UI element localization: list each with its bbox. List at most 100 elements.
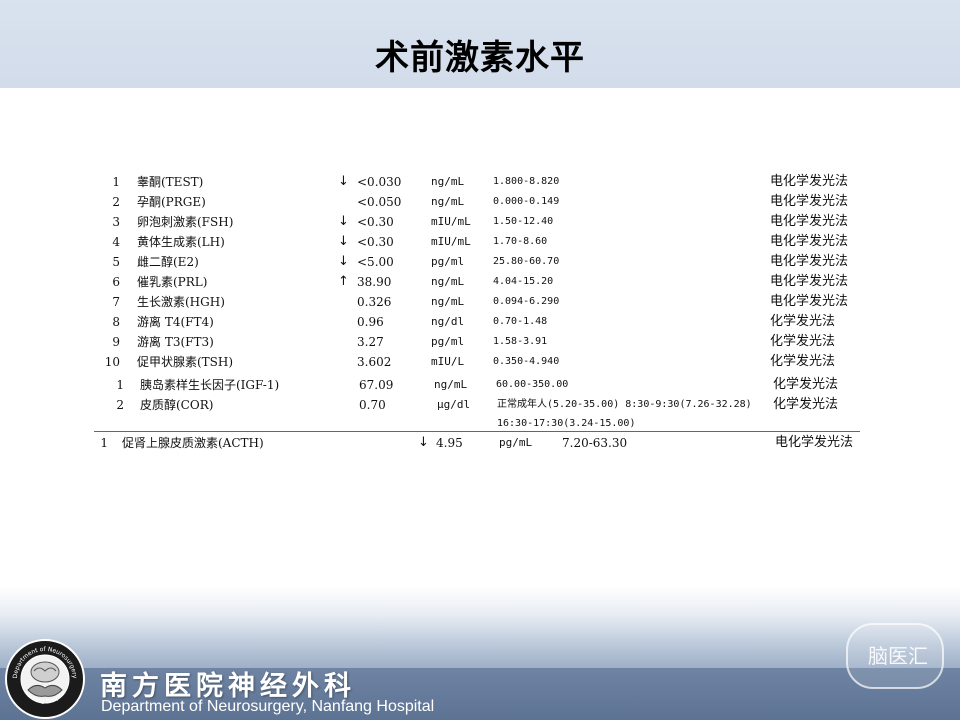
test-method: 电化学发光法 — [770, 294, 849, 309]
row-number: 2 — [116, 398, 124, 412]
row-number: 5 — [112, 255, 120, 269]
test-value: 4.95 — [436, 436, 463, 450]
test-method: 电化学发光法 — [770, 234, 849, 249]
divider — [94, 431, 860, 432]
test-value: 67.09 — [359, 378, 394, 392]
test-unit: ng/mL — [434, 378, 468, 391]
row-number: 6 — [112, 275, 120, 289]
test-name: 黄体生成素(LH) — [137, 235, 225, 249]
table-row: 4 黄体生成素(LH) ↓ <0.30 mIU/mL 1.70-8.60 电化学… — [0, 232, 960, 252]
table-row: 2 皮质醇(COR) 0.70 μg/dl 正常成年人(5.20-35.00) … — [0, 395, 960, 415]
row-number: 2 — [112, 195, 120, 209]
arrow-down-icon: ↓ — [338, 174, 349, 189]
watermark-text: 脑医汇 — [868, 644, 928, 668]
test-unit: pg/ml — [431, 335, 465, 348]
row-number: 8 — [112, 315, 120, 329]
test-method: 化学发光法 — [773, 397, 839, 412]
row-number: 1 — [100, 436, 108, 450]
test-value: 3.27 — [357, 335, 384, 349]
test-method: 电化学发光法 — [775, 435, 854, 450]
table-row: 1 睾酮(TEST) ↓ <0.030 ng/mL 1.800-8.820 电化… — [0, 172, 960, 192]
reference-range: 1.50-12.40 — [493, 216, 554, 227]
test-method: 电化学发光法 — [770, 254, 849, 269]
row-number: 9 — [112, 335, 120, 349]
test-value: 0.96 — [357, 315, 384, 329]
test-value: 38.90 — [357, 275, 392, 289]
row-number: 3 — [112, 215, 120, 229]
reference-range: 4.04-15.20 — [493, 276, 554, 287]
test-unit: pg/mL — [499, 436, 533, 449]
reference-range: 1.58-3.91 — [493, 336, 548, 347]
test-name: 催乳素(PRL) — [137, 275, 208, 289]
test-unit: mIU/L — [431, 355, 465, 368]
test-name: 孕酮(PRGE) — [137, 195, 206, 209]
table-row: 9 游离 T3(FT3) 3.27 pg/ml 1.58-3.91 化学发光法 — [0, 332, 960, 352]
test-unit: mIU/mL — [431, 215, 471, 228]
row-number: 4 — [112, 235, 120, 249]
test-value: 3.602 — [357, 355, 392, 369]
test-unit: ng/mL — [431, 175, 465, 188]
test-method: 电化学发光法 — [770, 194, 849, 209]
test-name: 生长激素(HGH) — [137, 295, 225, 309]
test-method: 化学发光法 — [770, 334, 836, 349]
hospital-logo-icon: Department of Neurosurgery Nanfang Hospi… — [5, 639, 85, 719]
test-method: 化学发光法 — [773, 377, 839, 392]
test-method: 电化学发光法 — [770, 174, 849, 189]
table-row: 3 卵泡刺激素(FSH) ↓ <0.30 mIU/mL 1.50-12.40 电… — [0, 212, 960, 232]
reference-range: 60.00-350.00 — [496, 379, 569, 390]
reference-range: 0.70-1.48 — [493, 316, 548, 327]
table-row: 2 孕酮(PRGE) <0.050 ng/mL 0.000-0.149 电化学发… — [0, 192, 960, 212]
test-unit: ng/mL — [431, 275, 465, 288]
test-name: 睾酮(TEST) — [137, 175, 204, 189]
table-row: 6 催乳素(PRL) ↑ 38.90 ng/mL 4.04-15.20 电化学发… — [0, 272, 960, 292]
table-row: 1 促肾上腺皮质激素(ACTH) ↓ 4.95 pg/mL 7.20-63.30… — [0, 433, 960, 453]
reference-range: 正常成年人(5.20-35.00) 8:30-9:30(7.26-32.28) — [497, 399, 752, 410]
test-unit: pg/ml — [431, 255, 465, 268]
arrow-down-icon: ↓ — [338, 234, 349, 249]
test-method: 电化学发光法 — [770, 274, 849, 289]
row-number: 1 — [116, 378, 124, 392]
arrow-down-icon: ↓ — [418, 435, 429, 450]
test-method: 电化学发光法 — [770, 214, 849, 229]
test-value: <0.030 — [357, 175, 402, 189]
arrow-up-icon: ↑ — [338, 274, 349, 289]
reference-range: 25.80-60.70 — [493, 256, 560, 267]
table-row: 5 雌二醇(E2) ↓ <5.00 pg/ml 25.80-60.70 电化学发… — [0, 252, 960, 272]
arrow-down-icon: ↓ — [338, 254, 349, 269]
row-number: 10 — [104, 355, 120, 369]
test-unit: mIU/mL — [431, 235, 471, 248]
test-value: 0.70 — [359, 398, 386, 412]
test-name: 促甲状腺素(TSH) — [137, 355, 234, 369]
test-unit: μg/dl — [437, 398, 471, 411]
reference-range: 1.800-8.820 — [493, 176, 560, 187]
test-unit: ng/mL — [431, 295, 465, 308]
test-value: <0.30 — [357, 215, 394, 229]
slide-title: 术前激素水平 — [375, 38, 585, 78]
reference-range: 7.20-63.30 — [562, 436, 628, 450]
department-name-english: Department of Neurosurgery, Nanfang Hosp… — [101, 698, 435, 715]
test-name: 促肾上腺皮质激素(ACTH) — [122, 436, 264, 450]
test-unit: ng/mL — [431, 195, 465, 208]
row-number: 1 — [112, 175, 120, 189]
table-row: 10 促甲状腺素(TSH) 3.602 mIU/L 0.350-4.940 化学… — [0, 352, 960, 372]
reference-range: 1.70-8.60 — [493, 236, 548, 247]
test-name: 皮质醇(COR) — [140, 398, 214, 412]
reference-range: 0.350-4.940 — [493, 356, 560, 367]
test-value: <5.00 — [357, 255, 394, 269]
test-unit: ng/dl — [431, 315, 465, 328]
test-name: 游离 T3(FT3) — [137, 335, 214, 349]
test-value: <0.30 — [357, 235, 394, 249]
table-row: 8 游离 T4(FT4) 0.96 ng/dl 0.70-1.48 化学发光法 — [0, 312, 960, 332]
test-method: 化学发光法 — [770, 314, 836, 329]
test-value: 0.326 — [357, 295, 392, 309]
table-row: 1 胰岛素样生长因子(IGF-1) 67.09 ng/mL 60.00-350.… — [0, 375, 960, 395]
row-number: 7 — [112, 295, 120, 309]
test-name: 雌二醇(E2) — [137, 255, 199, 269]
arrow-down-icon: ↓ — [338, 214, 349, 229]
test-value: <0.050 — [357, 195, 402, 209]
reference-range: 0.094-6.290 — [493, 296, 560, 307]
test-name: 卵泡刺激素(FSH) — [137, 215, 234, 229]
table-row: 7 生长激素(HGH) 0.326 ng/mL 0.094-6.290 电化学发… — [0, 292, 960, 312]
test-name: 游离 T4(FT4) — [137, 315, 214, 329]
test-name: 胰岛素样生长因子(IGF-1) — [140, 378, 280, 392]
